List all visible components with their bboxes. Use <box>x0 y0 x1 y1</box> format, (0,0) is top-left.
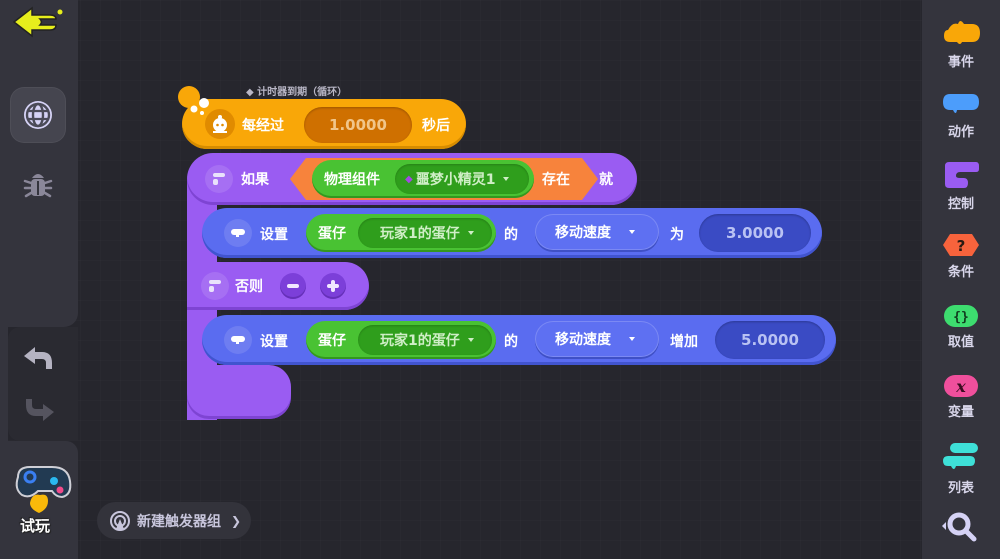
then-label: 就 <box>599 172 613 188</box>
category-label: 变量 <box>947 405 974 420</box>
action-icon <box>224 219 252 247</box>
set-label: 设置 <box>260 227 288 243</box>
egg-label: 蛋仔 <box>318 226 346 242</box>
dropdown-arrow-icon <box>467 231 474 235</box>
category-list[interactable]: 列表 <box>922 442 1000 496</box>
op-label: 增加 <box>670 334 698 350</box>
variable-block-icon: x <box>944 375 978 397</box>
action-block-icon <box>943 94 979 113</box>
svg-text:?: ? <box>957 237 966 255</box>
dropdown-arrow-icon <box>629 230 635 234</box>
new-trigger-group-label: 新建触发器组 <box>137 513 221 530</box>
value-input[interactable]: 3.0000 <box>699 214 811 252</box>
timer-event-icon <box>205 109 235 139</box>
search-blocks-button[interactable] <box>936 508 984 548</box>
control-icon <box>201 272 229 300</box>
value-input[interactable]: 5.0000 <box>715 321 825 359</box>
category-condition[interactable]: ? 条件 <box>922 232 1000 280</box>
action-icon <box>224 326 252 354</box>
player-egg-value: 玩家1的蛋仔 <box>380 333 460 349</box>
chevron-right-icon: ❯ <box>231 513 242 528</box>
condition-block-icon: ? <box>943 234 979 256</box>
undo-button[interactable] <box>22 345 56 373</box>
undo-icon <box>24 347 52 369</box>
debug-button[interactable] <box>20 166 56 202</box>
category-value[interactable]: {} 取值 <box>922 304 1000 350</box>
category-label: 动作 <box>947 125 974 140</box>
category-control[interactable]: 控制 <box>922 160 1000 212</box>
play-test-button[interactable]: 试玩 <box>12 463 74 539</box>
gamepad-icon <box>15 466 72 513</box>
add-branch-button[interactable] <box>320 273 346 299</box>
else-label: 否则 <box>235 279 263 295</box>
left-toolbar-edge <box>0 327 8 441</box>
property-value: 移动速度 <box>555 225 611 241</box>
bug-icon <box>23 174 53 198</box>
left-toolbar <box>0 0 78 327</box>
interval-input[interactable]: 1.0000 <box>304 107 412 143</box>
event-prefix: 每经过 <box>242 118 284 134</box>
category-event[interactable]: 事件 <box>922 18 1000 70</box>
back-button[interactable] <box>10 4 66 40</box>
property-value: 移动速度 <box>555 332 611 348</box>
minus-icon <box>287 284 299 288</box>
svg-text:{}: {} <box>953 310 969 325</box>
arrow-left-icon <box>12 6 63 38</box>
category-action[interactable]: 动作 <box>922 90 1000 140</box>
redo-icon <box>26 399 54 421</box>
zoom-search-icon <box>942 512 977 542</box>
remove-branch-button[interactable] <box>280 273 306 299</box>
category-label: 控制 <box>947 197 974 212</box>
list-block-icon <box>943 443 978 469</box>
value-text: 5.0000 <box>741 331 799 349</box>
player-egg-dropdown[interactable]: 玩家1的蛋仔 <box>358 325 492 355</box>
category-label: 列表 <box>947 481 974 496</box>
op-label: 为 <box>670 227 684 243</box>
if-block-footer <box>187 365 291 419</box>
play-test-label: 试玩 <box>20 517 51 535</box>
player-egg-value: 玩家1的蛋仔 <box>380 226 460 242</box>
plus-icon <box>327 280 339 292</box>
of-label: 的 <box>504 334 518 350</box>
set-label: 设置 <box>260 334 288 350</box>
dropdown-arrow-icon <box>467 338 474 342</box>
category-variable[interactable]: x 变量 <box>922 374 1000 420</box>
event-suffix: 秒后 <box>422 118 450 134</box>
category-label: 取值 <box>947 335 974 350</box>
globe-icon <box>24 101 52 129</box>
block-category-bar: 事件 动作 控制 ? 条件 {} 取值 x 变量 列表 <box>922 0 1000 559</box>
value-block-icon: {} <box>944 305 978 327</box>
target-value: 噩梦小精灵1 <box>415 172 496 188</box>
redo-button[interactable] <box>22 395 56 423</box>
player-egg-dropdown[interactable]: 玩家1的蛋仔 <box>358 218 492 248</box>
egg-label: 蛋仔 <box>318 333 346 349</box>
control-icon <box>205 165 233 193</box>
property-dropdown[interactable]: 移动速度 <box>535 214 659 250</box>
sprite-icon: ◆ <box>405 173 413 185</box>
if-label: 如果 <box>241 172 269 188</box>
world-button[interactable] <box>10 87 66 143</box>
category-label: 事件 <box>947 55 974 70</box>
property-dropdown[interactable]: 移动速度 <box>535 321 659 357</box>
exists-label: 存在 <box>542 172 570 188</box>
interval-value: 1.0000 <box>329 116 387 134</box>
control-block-icon <box>945 162 979 188</box>
dropdown-arrow-icon <box>503 177 510 181</box>
trigger-signal-icon <box>110 510 130 531</box>
category-label: 条件 <box>947 265 974 280</box>
value-text: 3.0000 <box>726 224 784 242</box>
event-block-icon <box>944 21 980 44</box>
svg-text:x: x <box>955 377 966 396</box>
dropdown-arrow-icon <box>629 337 635 341</box>
target-dropdown[interactable]: ◆ 噩梦小精灵1 <box>395 164 529 194</box>
physics-component-label: 物理组件 <box>324 172 380 188</box>
new-trigger-group-button[interactable]: 新建触发器组 ❯ <box>97 502 251 539</box>
of-label: 的 <box>504 227 518 243</box>
event-caption: ◆ 计时器到期（循环） <box>246 87 348 98</box>
editor-canvas[interactable]: 试玩 新建触发器组 ❯ 事件 动作 控制 ? 条件 {} 取值 x 变量 列表 … <box>0 0 1000 559</box>
